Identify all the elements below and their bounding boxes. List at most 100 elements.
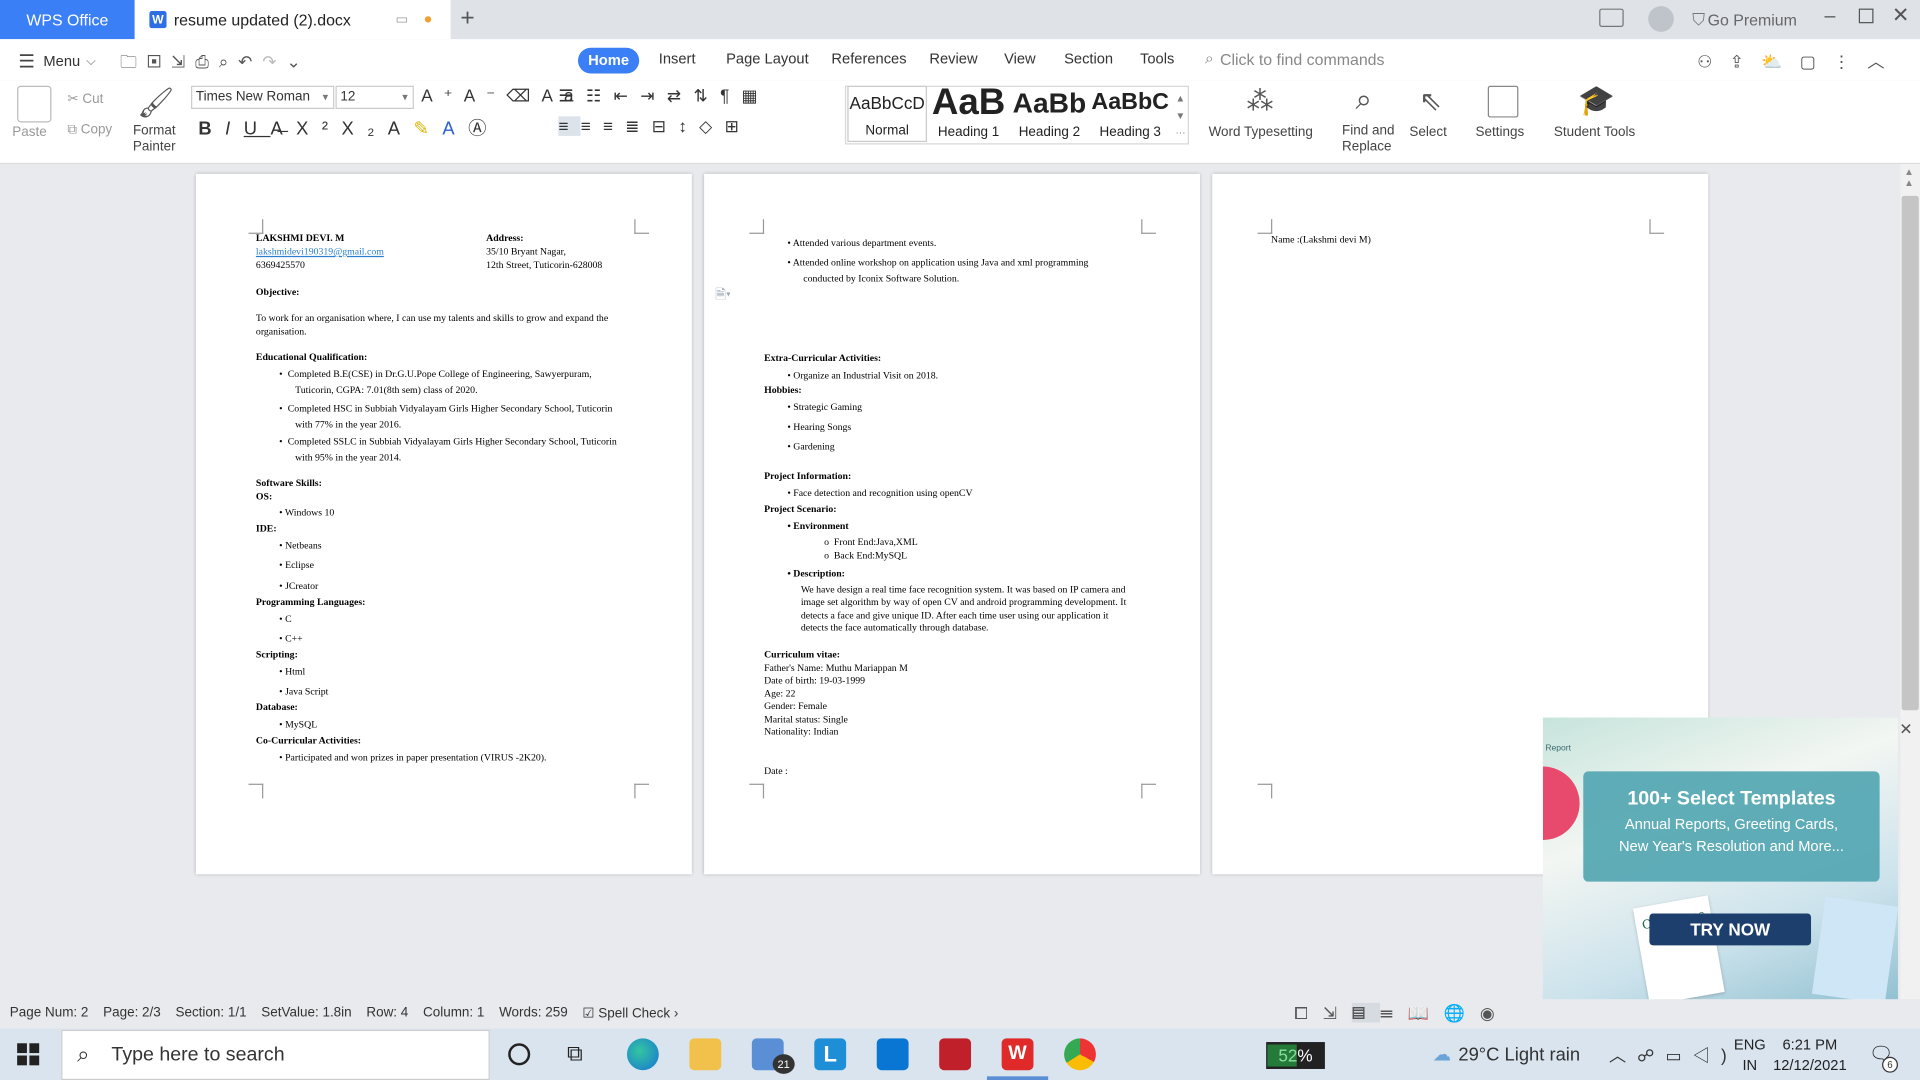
- cortana-icon[interactable]: [508, 1043, 531, 1066]
- tab-tools[interactable]: Tools: [1140, 50, 1174, 67]
- wps-taskbar-icon[interactable]: W: [1001, 1038, 1034, 1071]
- align-left-icon[interactable]: ≡: [558, 116, 581, 136]
- battery-icon[interactable]: ▭: [1666, 1046, 1693, 1066]
- command-search[interactable]: ⌕ Click to find commands: [1205, 49, 1385, 69]
- style-heading-2[interactable]: AaBb Heading 2: [1009, 86, 1090, 142]
- paste-icon[interactable]: [17, 85, 52, 123]
- scroll-up-icon[interactable]: ▲ ▲: [1904, 167, 1914, 189]
- resume-email[interactable]: lakshmidevi190319@gmail.com: [256, 246, 384, 257]
- font-name-select[interactable]: Times New Roman ▾: [191, 85, 335, 109]
- weather-widget[interactable]: ☁ 29°C Light rain: [1433, 1043, 1580, 1065]
- close-button[interactable]: ✕: [1892, 4, 1909, 28]
- wps-office-tab[interactable]: WPS Office: [0, 0, 135, 40]
- scrollbar-thumb[interactable]: [1901, 195, 1919, 711]
- document-tab[interactable]: W resume updated (2).docx ▭ ●: [134, 0, 451, 40]
- mcafee-icon[interactable]: [939, 1038, 972, 1071]
- export-icon[interactable]: ⇲: [171, 51, 195, 71]
- text-effect-icon[interactable]: A: [388, 119, 414, 140]
- tab-page-layout[interactable]: Page Layout: [726, 50, 809, 67]
- italic-icon[interactable]: I: [225, 119, 244, 140]
- student-tools-button[interactable]: Student Tools: [1554, 125, 1635, 140]
- status-setvalue[interactable]: SetValue: 1.8in: [261, 1005, 351, 1021]
- web-layout-icon[interactable]: ⇲: [1323, 1003, 1352, 1023]
- align-center-icon[interactable]: ≡: [581, 116, 603, 136]
- file-explorer-icon[interactable]: [689, 1038, 722, 1071]
- font-size-select[interactable]: 12 ▾: [335, 85, 414, 109]
- outlook-icon[interactable]: [876, 1038, 909, 1071]
- language-indicator[interactable]: ENG IN: [1734, 1035, 1766, 1077]
- restore-button[interactable]: [1858, 8, 1874, 24]
- print-icon[interactable]: ⎙: [195, 51, 219, 71]
- format-painter-icon[interactable]: 🖌: [137, 86, 174, 122]
- settings-button[interactable]: Settings: [1476, 125, 1525, 140]
- page-view-icon[interactable]: ⧠: [1294, 1003, 1322, 1023]
- top-right-tools[interactable]: ⚇⇪⛅▢⋮︿: [1697, 49, 1901, 73]
- network-icon[interactable]: ☍: [1637, 1046, 1665, 1066]
- status-page-num[interactable]: Page Num: 2: [10, 1005, 89, 1021]
- status-row[interactable]: Row: 4: [366, 1005, 408, 1021]
- graduation-cap-icon[interactable]: 🎓: [1578, 83, 1615, 119]
- reading-mode-icon[interactable]: 📖: [1408, 1003, 1444, 1023]
- volume-icon[interactable]: ◁): [1693, 1046, 1738, 1066]
- superscript-icon[interactable]: X²: [296, 119, 341, 140]
- menu-button[interactable]: ☰ Menu ⌵: [18, 50, 95, 72]
- redo-icon[interactable]: ↷: [262, 51, 286, 71]
- status-section[interactable]: Section: 1/1: [175, 1005, 246, 1021]
- grow-font-icon[interactable]: A⁺: [421, 86, 464, 106]
- share-user-icon[interactable]: ⚇: [1697, 51, 1730, 71]
- spell-check-button[interactable]: ☑ Spell Check ›: [582, 1005, 678, 1022]
- tab-view[interactable]: View: [1004, 50, 1036, 67]
- borders-icon[interactable]: ⊞: [725, 116, 752, 136]
- minimize-button[interactable]: –: [1825, 6, 1836, 28]
- select-cursor-icon[interactable]: ⇖: [1419, 86, 1442, 118]
- distribute-icon[interactable]: ⊟: [652, 116, 679, 136]
- monitor-icon[interactable]: ▭: [396, 11, 409, 27]
- globe-icon[interactable]: 🌐: [1444, 1003, 1480, 1023]
- outline-view-icon[interactable]: ☰: [1380, 1003, 1408, 1023]
- sort-icon[interactable]: ⇅: [693, 86, 720, 106]
- tab-review[interactable]: Review: [929, 50, 977, 67]
- find-replace-button[interactable]: Find and Replace: [1342, 124, 1398, 156]
- avatar[interactable]: [1648, 6, 1674, 32]
- new-tab-icon[interactable]: +: [460, 5, 474, 33]
- tab-references[interactable]: References: [831, 50, 906, 67]
- paragraph-options-icon[interactable]: 🗎▾: [715, 284, 731, 307]
- subscript-icon[interactable]: X₂: [341, 119, 387, 140]
- go-premium-button[interactable]: ⛉ Go Premium: [1692, 10, 1797, 31]
- system-tray[interactable]: ︿☍▭◁): [1609, 1043, 1738, 1067]
- tab-insert[interactable]: Insert: [659, 50, 696, 67]
- styles-scroll[interactable]: ▲ ▼ ⋯: [1176, 91, 1186, 142]
- paste-button[interactable]: Paste: [12, 125, 46, 140]
- text-direction-icon[interactable]: ⇄: [667, 86, 694, 106]
- status-column[interactable]: Column: 1: [423, 1005, 484, 1021]
- app-l-icon[interactable]: L: [814, 1038, 847, 1071]
- style-heading-3[interactable]: AaBbC Heading 3: [1090, 86, 1171, 142]
- save-icon[interactable]: ▣: [147, 51, 171, 71]
- bold-icon[interactable]: B: [198, 119, 225, 140]
- shading-icon[interactable]: ◇: [699, 116, 724, 136]
- print-preview-icon[interactable]: ⌕: [219, 51, 238, 71]
- customize-icon[interactable]: ⌄: [286, 51, 310, 71]
- style-heading-1[interactable]: AaB Heading 1: [928, 84, 1009, 142]
- shrink-font-icon[interactable]: A⁻: [464, 86, 507, 106]
- word-typesetting-icon[interactable]: ⁂: [1247, 86, 1274, 118]
- cloud-icon[interactable]: ⛅: [1761, 51, 1799, 71]
- clear-format-icon[interactable]: ⌫: [506, 86, 541, 106]
- tab-home[interactable]: Home: [577, 47, 640, 74]
- view-mode-icons[interactable]: ⧠⇲▤☰📖🌐◉: [1294, 1002, 1509, 1024]
- status-words[interactable]: Words: 259: [499, 1005, 568, 1021]
- comment-icon[interactable]: ▢: [1800, 51, 1833, 71]
- status-page[interactable]: Page: 2/3: [103, 1005, 161, 1021]
- undo-icon[interactable]: ↶: [238, 51, 262, 71]
- style-normal[interactable]: AaBbCcD Normal: [847, 85, 927, 143]
- cut-button[interactable]: ✂ Cut: [67, 91, 103, 107]
- chevron-up-icon[interactable]: ︿: [1609, 1046, 1637, 1066]
- collapse-ribbon-icon[interactable]: ︿: [1867, 51, 1901, 71]
- chrome-icon[interactable]: [1064, 1038, 1096, 1071]
- try-now-button[interactable]: TRY NOW: [1649, 913, 1812, 946]
- pilcrow-icon[interactable]: ¶: [720, 86, 741, 106]
- more-icon[interactable]: ⋮: [1833, 51, 1867, 71]
- open-folder-icon[interactable]: 🗀: [120, 51, 147, 71]
- taskbar-search[interactable]: ⌕ Type here to search: [61, 1029, 490, 1080]
- table-icon[interactable]: ▦: [742, 86, 770, 106]
